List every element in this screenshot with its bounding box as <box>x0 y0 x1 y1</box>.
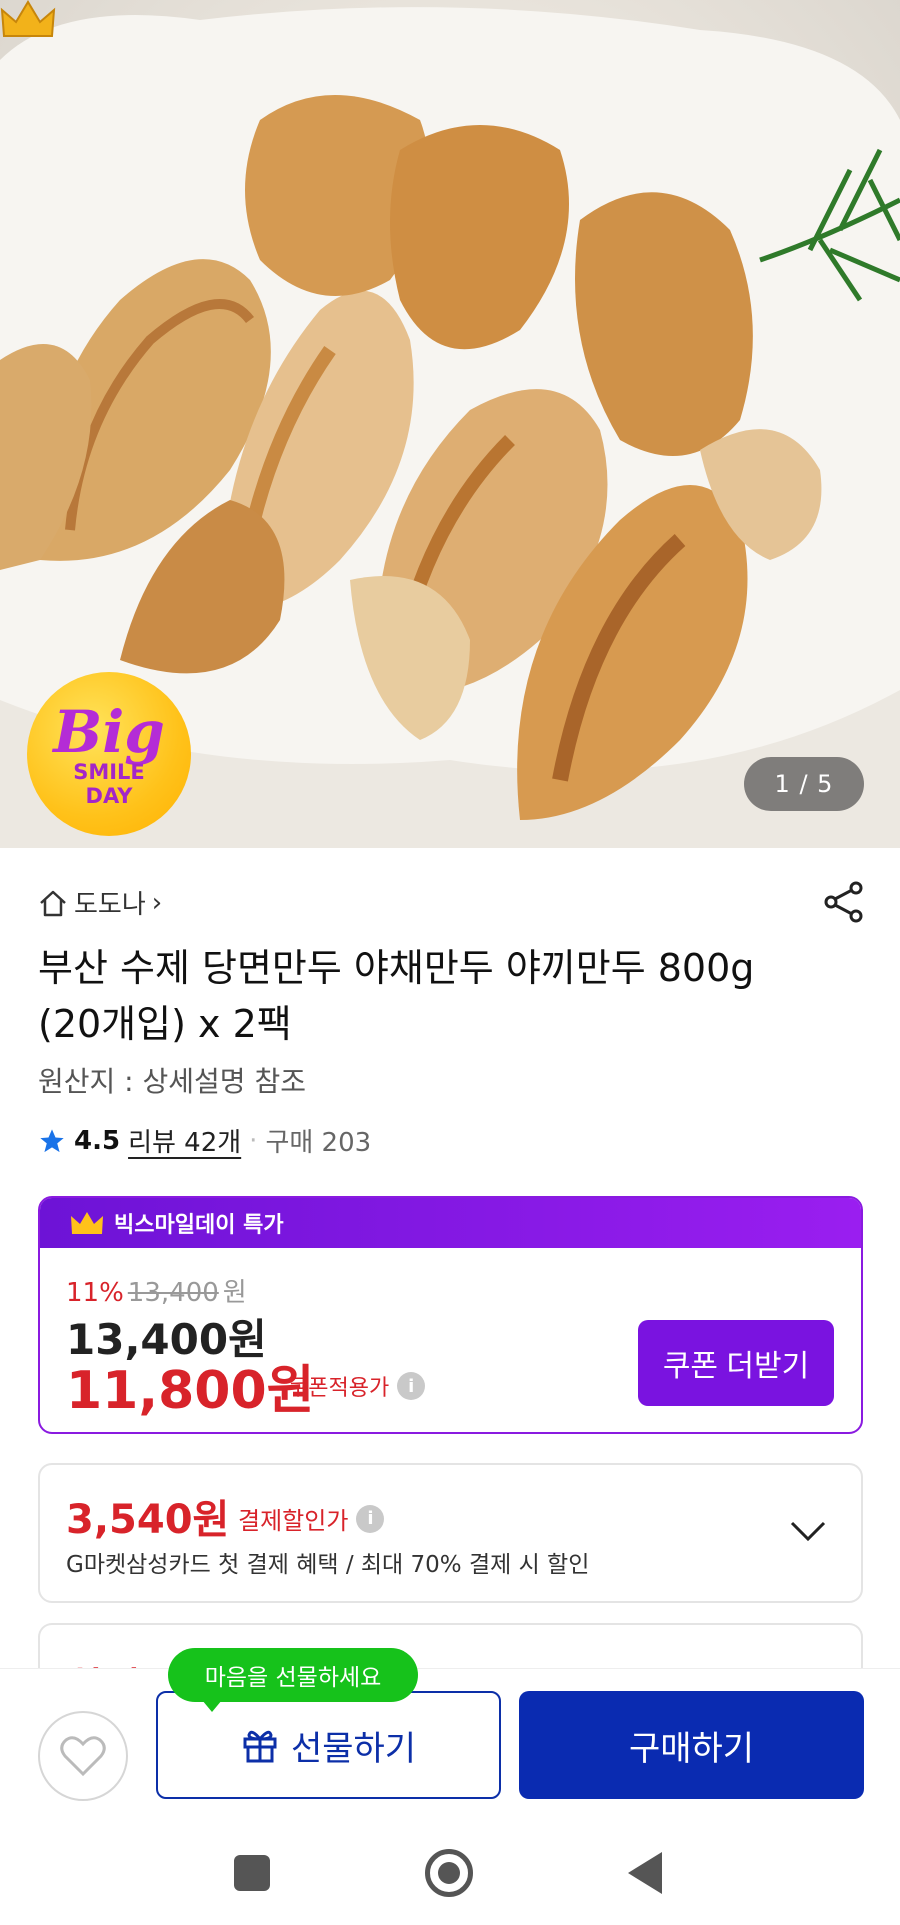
card-discount-amount: 3,540원 <box>66 1497 230 1543</box>
badge-smile-text: SMILE <box>73 760 145 784</box>
bottom-action-bar: 선물하기 구매하기 <box>0 1668 900 1820</box>
rating-row: 4.5 리뷰 42개 · 구매 203 <box>38 1122 371 1159</box>
original-price: 13,400 <box>127 1278 219 1308</box>
discount-line: 11% 13,400 원 <box>66 1272 247 1309</box>
crown-icon <box>71 1212 103 1234</box>
promo-header: 빅스마일데이 특가 <box>40 1198 861 1248</box>
card-discount-panel[interactable]: 3,540원 결제할인가 i G마켓삼성카드 첫 결제 혜택 / 최대 70% … <box>38 1463 863 1603</box>
badge-big-text: Big <box>53 698 165 766</box>
big-smile-day-badge: Big SMILE DAY <box>27 672 191 836</box>
heart-icon <box>60 1736 106 1777</box>
crown-icon <box>0 0 56 37</box>
card-discount-description: G마켓삼성카드 첫 결제 혜택 / 최대 70% 결제 시 할인 <box>66 1552 590 1578</box>
coupon-label-text: 쿠폰적용가 <box>288 1376 390 1401</box>
star-icon <box>40 1128 64 1152</box>
big-smile-day-price-card: 빅스마일데이 특가 11% 13,400 원 13,400원 11,800원 쿠… <box>38 1196 863 1434</box>
image-counter: 1 / 5 <box>744 757 864 811</box>
store-link[interactable]: 도도나 › <box>38 884 162 921</box>
info-icon[interactable]: i <box>397 1372 426 1400</box>
home-nav-icon[interactable] <box>425 1849 473 1897</box>
get-more-coupons-button[interactable]: 쿠폰 더받기 <box>638 1320 834 1406</box>
discount-percent: 11% <box>66 1278 124 1308</box>
separator-dot: · <box>249 1125 258 1156</box>
buy-button[interactable]: 구매하기 <box>519 1691 864 1799</box>
card-discount-label: 결제할인가 i <box>238 1501 385 1536</box>
product-image[interactable]: Big SMILE DAY 1 / 5 <box>0 0 900 848</box>
product-title: 부산 수제 당면만두 야채만두 야끼만두 800g (20개입) x 2팩 <box>38 946 755 1046</box>
card-discount-label-text: 결제할인가 <box>238 1507 349 1535</box>
info-icon[interactable]: i <box>356 1504 385 1533</box>
coupon-price: 11,800원 <box>66 1361 315 1421</box>
store-name: 도도나 <box>74 890 146 920</box>
original-price-unit: 원 <box>222 1278 247 1308</box>
chevron-down-icon[interactable] <box>788 1519 828 1543</box>
coupon-price-label: 쿠폰적용가 i <box>288 1370 426 1402</box>
gift-tooltip: 마음을 선물하세요 <box>168 1648 418 1712</box>
purchase-count: 구매 203 <box>265 1128 372 1158</box>
gift-icon <box>243 1730 277 1763</box>
share-icon[interactable] <box>822 880 866 924</box>
product-origin: 원산지 : 상세설명 참조 <box>38 1065 306 1098</box>
home-icon <box>40 890 66 916</box>
badge-day-text: DAY <box>85 784 133 808</box>
store-chevron: › <box>151 887 163 918</box>
back-nav-icon[interactable] <box>628 1852 662 1894</box>
reviews-link[interactable]: 리뷰 42개 <box>128 1122 241 1159</box>
recent-apps-icon[interactable] <box>234 1855 270 1891</box>
rating-score: 4.5 <box>74 1125 121 1156</box>
promo-header-text: 빅스마일데이 특가 <box>114 1213 284 1238</box>
gift-button-label: 선물하기 <box>290 1728 417 1769</box>
wishlist-button[interactable] <box>38 1711 128 1801</box>
